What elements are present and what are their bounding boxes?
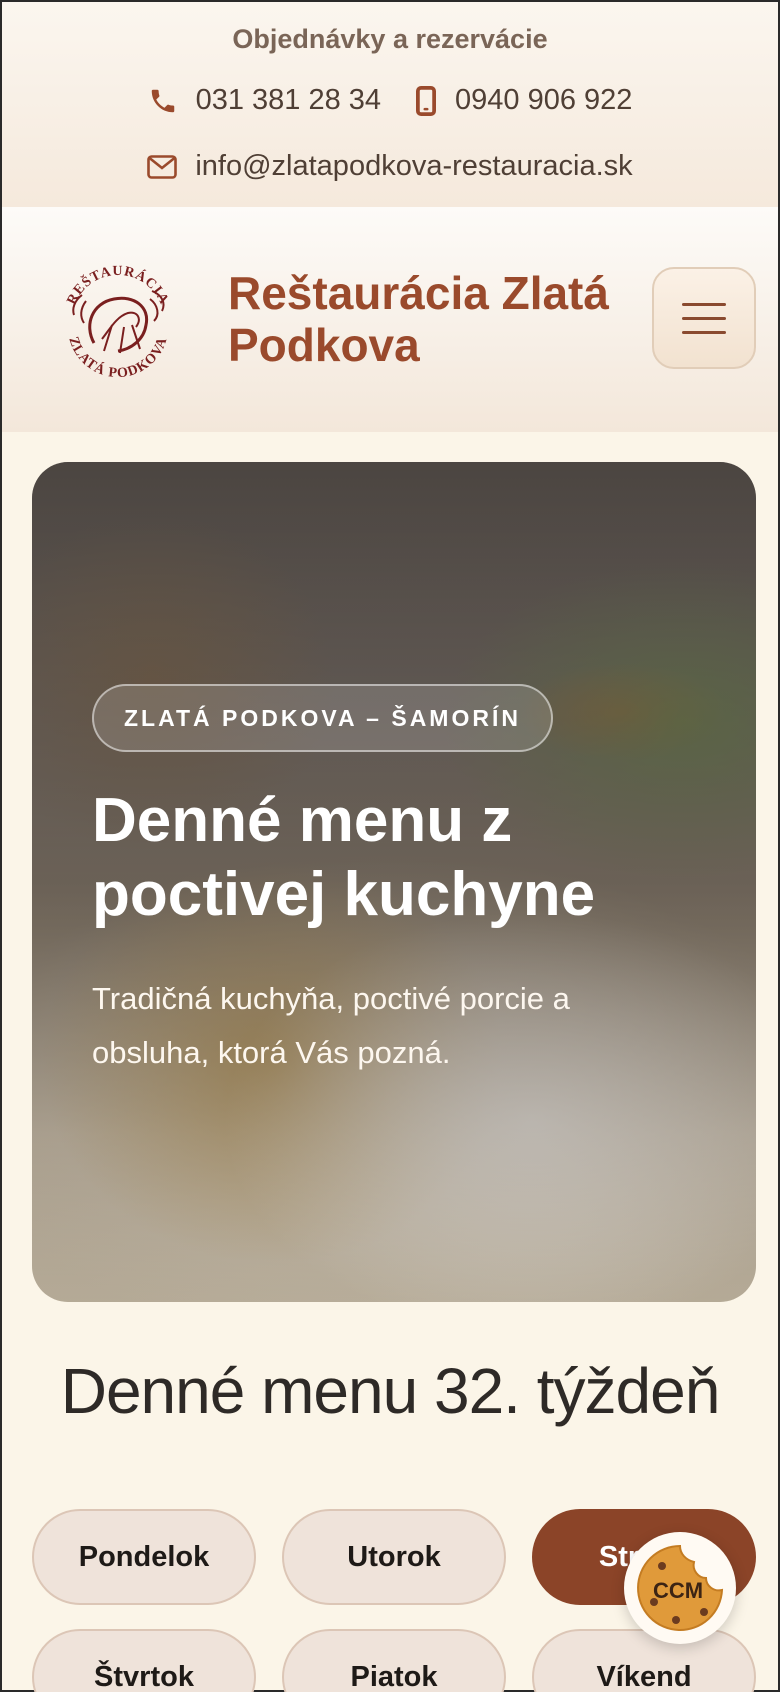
hero-banner: ZLATÁ PODKOVA – ŠAMORÍN Denné menu z poc… xyxy=(32,462,756,1302)
svg-text:ZLATÁ PODKOVA: ZLATÁ PODKOVA xyxy=(65,335,170,381)
hero-subtitle: Tradičná kuchyňa, poctivé porcie a obslu… xyxy=(92,981,570,1070)
phone-icon xyxy=(148,86,178,116)
cookie-label: CCM xyxy=(653,1578,703,1603)
restaurant-name[interactable]: Reštaurácia Zlatá Podkova xyxy=(228,267,628,371)
tab-friday[interactable]: Piatok xyxy=(282,1629,506,1692)
tab-tuesday[interactable]: Utorok xyxy=(282,1509,506,1605)
cookie-icon: CCM xyxy=(637,1544,724,1631)
site-header: REŠTAURÁCIA ZLATÁ PODKOVA Reštaurácia Zl… xyxy=(2,207,778,432)
hero-title: Denné menu z poctivej kuchyne xyxy=(92,786,596,929)
phone-row: 031 381 28 34 0940 906 922 xyxy=(2,84,778,117)
email-address: info@zlatapodkova-restauracia.sk xyxy=(195,150,633,182)
orders-heading: Objednávky a rezervácie xyxy=(232,24,548,54)
phone-number: 031 381 28 34 xyxy=(195,84,382,116)
hamburger-menu-button[interactable] xyxy=(652,267,756,369)
hero-location-badge: ZLATÁ PODKOVA – ŠAMORÍN xyxy=(92,684,553,752)
mobile-icon xyxy=(415,85,437,116)
hamburger-icon-line xyxy=(682,316,726,320)
hamburger-icon-line xyxy=(682,330,726,334)
weekly-menu-heading: Denné menu 32. týždeň xyxy=(60,1355,721,1427)
tab-weekend[interactable]: Víkend xyxy=(532,1629,756,1692)
mobile-link[interactable]: 0940 906 922 xyxy=(415,84,632,117)
hamburger-icon-line xyxy=(682,302,726,306)
tab-thursday[interactable]: Štvrtok xyxy=(32,1629,256,1692)
envelope-icon xyxy=(147,154,178,179)
svg-text:REŠTAURÁCIA: REŠTAURÁCIA xyxy=(65,264,172,307)
cookie-consent-button[interactable]: CCM xyxy=(624,1532,736,1644)
mobile-number: 0940 906 922 xyxy=(455,84,633,116)
contact-bar: Objednávky a rezervácie 031 381 28 34 09… xyxy=(2,2,778,207)
email-link[interactable]: info@zlatapodkova-restauracia.sk xyxy=(2,150,778,183)
phone-link[interactable]: 031 381 28 34 xyxy=(148,84,381,117)
restaurant-logo[interactable]: REŠTAURÁCIA ZLATÁ PODKOVA xyxy=(54,255,182,383)
tab-monday[interactable]: Pondelok xyxy=(32,1509,256,1605)
